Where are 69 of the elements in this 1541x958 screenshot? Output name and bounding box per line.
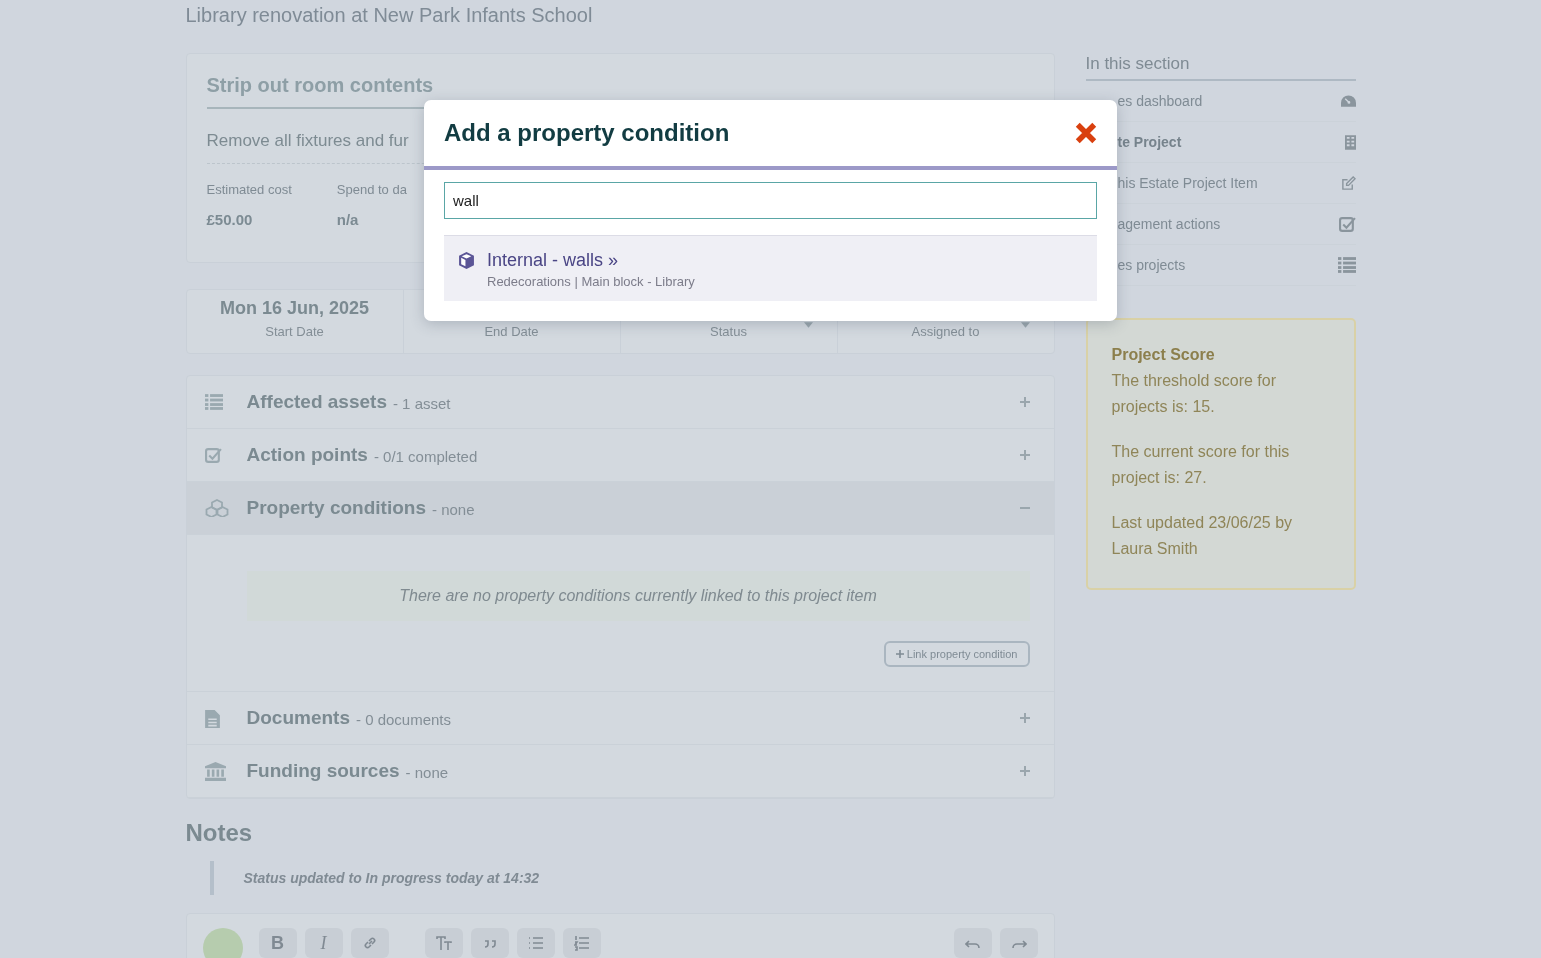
section-summary: - none bbox=[405, 763, 450, 781]
expand-icon[interactable] bbox=[1019, 397, 1030, 407]
field-label: Start Date bbox=[265, 324, 324, 339]
heading-icon bbox=[435, 935, 452, 951]
date-value: Mon 16 Jun, 2025 bbox=[218, 298, 371, 320]
sidebar-icon bbox=[1337, 257, 1356, 273]
score-title: Project Score bbox=[1111, 345, 1216, 365]
sidebar-icon bbox=[1340, 175, 1356, 191]
metric-value: £50.00 bbox=[206, 211, 254, 228]
sidebar-icon bbox=[1344, 134, 1356, 150]
section-title: Affected assets bbox=[246, 391, 387, 413]
undo-button[interactable] bbox=[953, 928, 992, 958]
section-icon bbox=[204, 394, 223, 410]
field-label: Assigned to bbox=[911, 324, 980, 339]
section-header[interactable]: Affected assets - 1 asset bbox=[186, 376, 1054, 429]
score-text: Last updated 23/06/25 by Laura Smith bbox=[1111, 513, 1294, 559]
link-button[interactable] bbox=[350, 928, 389, 958]
section-header[interactable]: Documents - 0 documents bbox=[186, 692, 1054, 745]
section-title: Documents bbox=[246, 707, 350, 729]
expand-icon[interactable] bbox=[1019, 713, 1030, 723]
section-icon bbox=[204, 761, 226, 781]
bullets-icon bbox=[527, 935, 544, 951]
result-title: Internal - walls » bbox=[487, 250, 620, 271]
section-header[interactable]: Funding sources - none bbox=[186, 745, 1054, 798]
search-field[interactable]: wall bbox=[444, 182, 1097, 219]
cube-icon bbox=[458, 252, 475, 269]
link-icon bbox=[361, 935, 378, 951]
metric-label: Estimated cost bbox=[206, 182, 292, 197]
section-icon bbox=[204, 499, 229, 517]
redo-button[interactable] bbox=[999, 928, 1038, 958]
modal-title: Add a property condition bbox=[444, 119, 730, 147]
empty-message: There are no property conditions currently linked to this project item bbox=[246, 571, 1030, 621]
close-button[interactable] bbox=[1075, 122, 1097, 144]
sidebar-icon bbox=[1338, 215, 1356, 233]
section-summary: - 0 documents bbox=[355, 710, 452, 728]
field-label: End Date bbox=[484, 324, 539, 339]
page-subtitle: Library renovation at New Park Infants School bbox=[185, 4, 594, 28]
expand-icon[interactable] bbox=[1019, 450, 1030, 460]
score-text: The threshold score for projects is: 15. bbox=[1111, 371, 1278, 417]
metric-label: Spend to da bbox=[336, 182, 407, 197]
section-title: Funding sources bbox=[246, 760, 400, 782]
result-item[interactable]: Internal - walls » Redecorations | Main block - Library bbox=[444, 235, 1097, 301]
heading-button[interactable] bbox=[424, 928, 463, 958]
result-subtitle: Redecorations | Main block - Library bbox=[487, 274, 695, 289]
italic-button[interactable]: I bbox=[304, 928, 343, 958]
numbers-icon bbox=[573, 935, 590, 951]
bold-button[interactable]: B bbox=[258, 928, 297, 958]
score-text: The current score for this project is: 27. bbox=[1111, 442, 1291, 488]
note-entry: Status updated to In progress today at 14:32 bbox=[209, 861, 1055, 895]
section-header[interactable]: Property conditions - none bbox=[186, 482, 1054, 535]
section-summary: - 0/1 completed bbox=[373, 447, 479, 465]
metric-value: n/a bbox=[336, 211, 360, 228]
sidebar-heading: In this section bbox=[1085, 54, 1356, 81]
notes-heading: Notes bbox=[185, 819, 254, 847]
section-icon bbox=[204, 708, 220, 728]
plus-icon bbox=[895, 650, 904, 658]
sidebar-icon bbox=[1340, 95, 1356, 107]
section-icon bbox=[204, 446, 222, 464]
avatar bbox=[202, 928, 243, 958]
link-condition-button[interactable]: Link property condition bbox=[883, 641, 1030, 667]
bullets-button[interactable] bbox=[516, 928, 555, 958]
section-summary: - 1 asset bbox=[392, 394, 452, 412]
section-title: Action points bbox=[246, 444, 368, 466]
expand-icon[interactable] bbox=[1019, 766, 1030, 776]
section-title: Property conditions bbox=[246, 497, 426, 519]
numbers-button[interactable] bbox=[562, 928, 601, 958]
field-label: Status bbox=[710, 324, 747, 339]
section-summary: - none bbox=[431, 500, 476, 518]
quote-button[interactable] bbox=[470, 928, 509, 958]
